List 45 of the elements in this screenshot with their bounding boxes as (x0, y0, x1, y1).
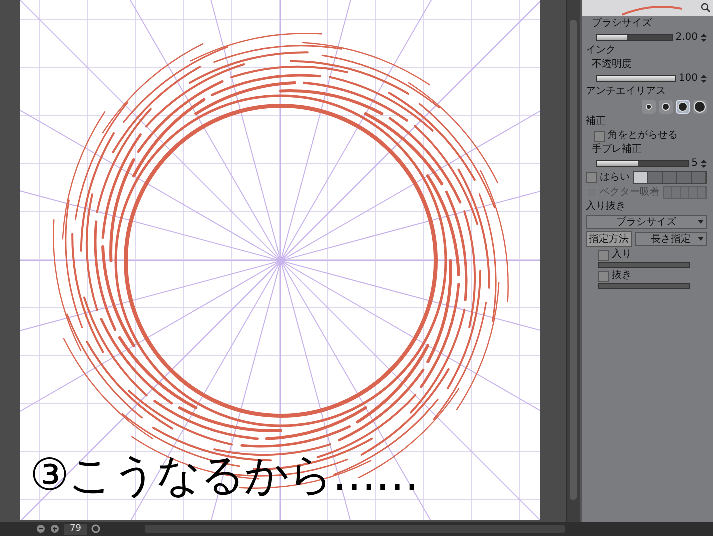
slider-track[interactable] (596, 34, 673, 41)
option-label: はらい (600, 172, 630, 184)
checkbox-label: 角をとがらせる (608, 130, 678, 142)
spinner-arrows-icon[interactable] (701, 74, 707, 84)
option-label: アンチエイリアス (586, 86, 667, 98)
antialias-option[interactable] (693, 100, 707, 114)
zoom-value[interactable]: 79 (64, 524, 88, 534)
checkbox[interactable] (594, 130, 605, 142)
zoom-icon[interactable] (701, 3, 711, 13)
checkbox-label: 入り (612, 249, 632, 261)
section-heading: インク (586, 45, 617, 57)
caret-icon (698, 220, 704, 224)
slider-track[interactable] (598, 262, 690, 268)
checkbox[interactable] (598, 270, 609, 282)
slider-track[interactable] (598, 283, 690, 289)
section-heading: 補正 (586, 116, 607, 128)
field-label: 指定方法 (586, 231, 632, 247)
stroke-preview-icon (622, 6, 682, 16)
dropdown[interactable]: ブラシサイズ (586, 215, 707, 229)
vertical-scrollbar[interactable] (566, 0, 580, 522)
value-text[interactable]: 100 (678, 73, 698, 84)
antialias-option[interactable] (676, 100, 690, 114)
value-text[interactable]: 5 (692, 158, 698, 169)
checkbox[interactable] (586, 172, 597, 183)
segment-option[interactable] (634, 172, 648, 183)
dropdown[interactable]: 長さ指定 (635, 232, 707, 246)
zoom-out-icon[interactable] (36, 524, 46, 534)
antialias-option[interactable] (659, 100, 673, 114)
caret-icon (698, 237, 704, 241)
slider-label: ブラシサイズ (591, 18, 653, 30)
slider-label: 不透明度 (591, 59, 633, 71)
rotate-icon[interactable] (91, 524, 102, 534)
slider-label: 手ブレ補正 (591, 144, 643, 156)
checkbox[interactable] (598, 250, 609, 260)
option-label: ベクター吸着 (600, 186, 660, 198)
zoom-in-icon[interactable] (50, 524, 60, 534)
slider-fill[interactable] (597, 35, 627, 40)
slider-fill[interactable] (597, 161, 638, 166)
spinner-arrows-icon[interactable] (701, 32, 707, 42)
spinner-arrows-icon[interactable] (701, 158, 707, 168)
slider-track[interactable] (596, 160, 689, 167)
antialias-option[interactable] (642, 100, 656, 114)
value-text[interactable]: 2.00 (676, 32, 698, 43)
section-heading: 入り抜き (586, 201, 627, 213)
checkbox-label: 抜き (612, 270, 632, 282)
